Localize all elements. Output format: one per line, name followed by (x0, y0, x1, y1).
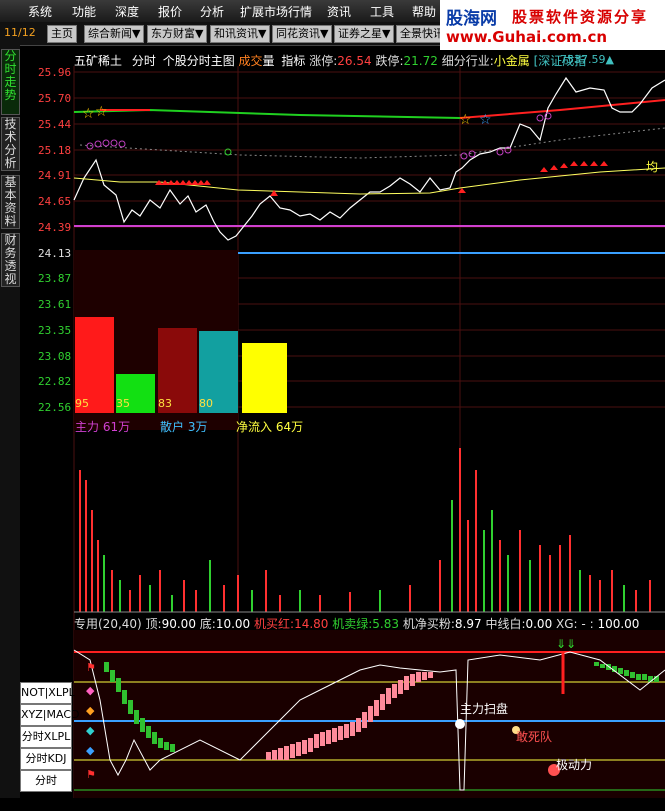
ma-line-green (73, 108, 461, 119)
bottom-value: 10.00 (215, 617, 251, 631)
mid-line-label: 中线白: (485, 617, 526, 631)
buy-red-value: 14.80 (294, 617, 329, 631)
flow-bar-label: 35 (116, 397, 130, 410)
sweep-marker-icon (455, 719, 465, 729)
btn-xyz-macd[interactable]: XYZ|MACD (20, 704, 79, 726)
buy-red-label: 机买红: (254, 617, 295, 631)
net-inflow-label: 净流入 64万 (236, 420, 304, 434)
net-buy-label: 机净买粉: (402, 617, 455, 631)
num-value: 100.00 (597, 617, 640, 631)
avg-price-line (73, 167, 665, 195)
star-icon: ☆ (95, 104, 108, 120)
net-buy-value: 8.97 (454, 617, 482, 631)
star-icon: ☆ (479, 112, 492, 128)
sell-green-value: 5.83 (372, 617, 400, 631)
gem-icon: ◆ (86, 704, 95, 717)
btn-intraday-macd[interactable]: 分时MACD (20, 770, 72, 807)
flow-bar-label: 80 (199, 397, 213, 410)
flag-icon: ⚑ (86, 661, 96, 674)
btn-not-xlpl[interactable]: NOT|XLPL (20, 682, 75, 704)
sweep-annotation: 主力扫盘 (460, 702, 509, 716)
flow-bar-label: 83 (158, 397, 172, 410)
avg-dashed-line (79, 127, 665, 159)
avg-annotation: 均 (646, 160, 659, 174)
star-icon: ☆ (459, 112, 472, 128)
indicator-name[interactable]: 专用(20,40) (74, 617, 142, 631)
sell-green-label: 机卖绿: (332, 617, 373, 631)
btn-intraday-xlpl[interactable]: 分时XLPL (20, 726, 72, 748)
dare-annotation: 敢死队 (516, 730, 553, 744)
gem-icon: ◆ (86, 744, 95, 757)
price-line (73, 76, 665, 241)
down-arrow-icon: ⇓⇓ (556, 637, 576, 651)
main-force-label: 主力 61万 (75, 420, 131, 434)
flow-bar-net (242, 343, 287, 413)
flow-bar-label: 95 (75, 397, 89, 410)
xg-label: XG: - (556, 617, 586, 631)
star-icon: ☆ (82, 106, 95, 122)
bottom-label: 底: (199, 617, 216, 631)
top-value: 90.00 (161, 617, 196, 631)
btn-intraday-kdj[interactable]: 分时KDJ (20, 748, 72, 770)
volume-bars (79, 448, 651, 612)
flag-icon: ⚑ (86, 768, 96, 781)
boost-annotation: 极动力 (556, 758, 593, 772)
mid-line-value: 0.00 (525, 617, 553, 631)
indicator-header: 专用(20,40) 顶:90.00 底:10.00 机买红:14.80 机卖绿:… (74, 617, 640, 631)
retail-label: 散户 3万 (160, 420, 208, 434)
top-label: 顶: (145, 617, 162, 631)
gem-icon: ◆ (86, 684, 95, 697)
gem-icon: ◆ (86, 724, 95, 737)
